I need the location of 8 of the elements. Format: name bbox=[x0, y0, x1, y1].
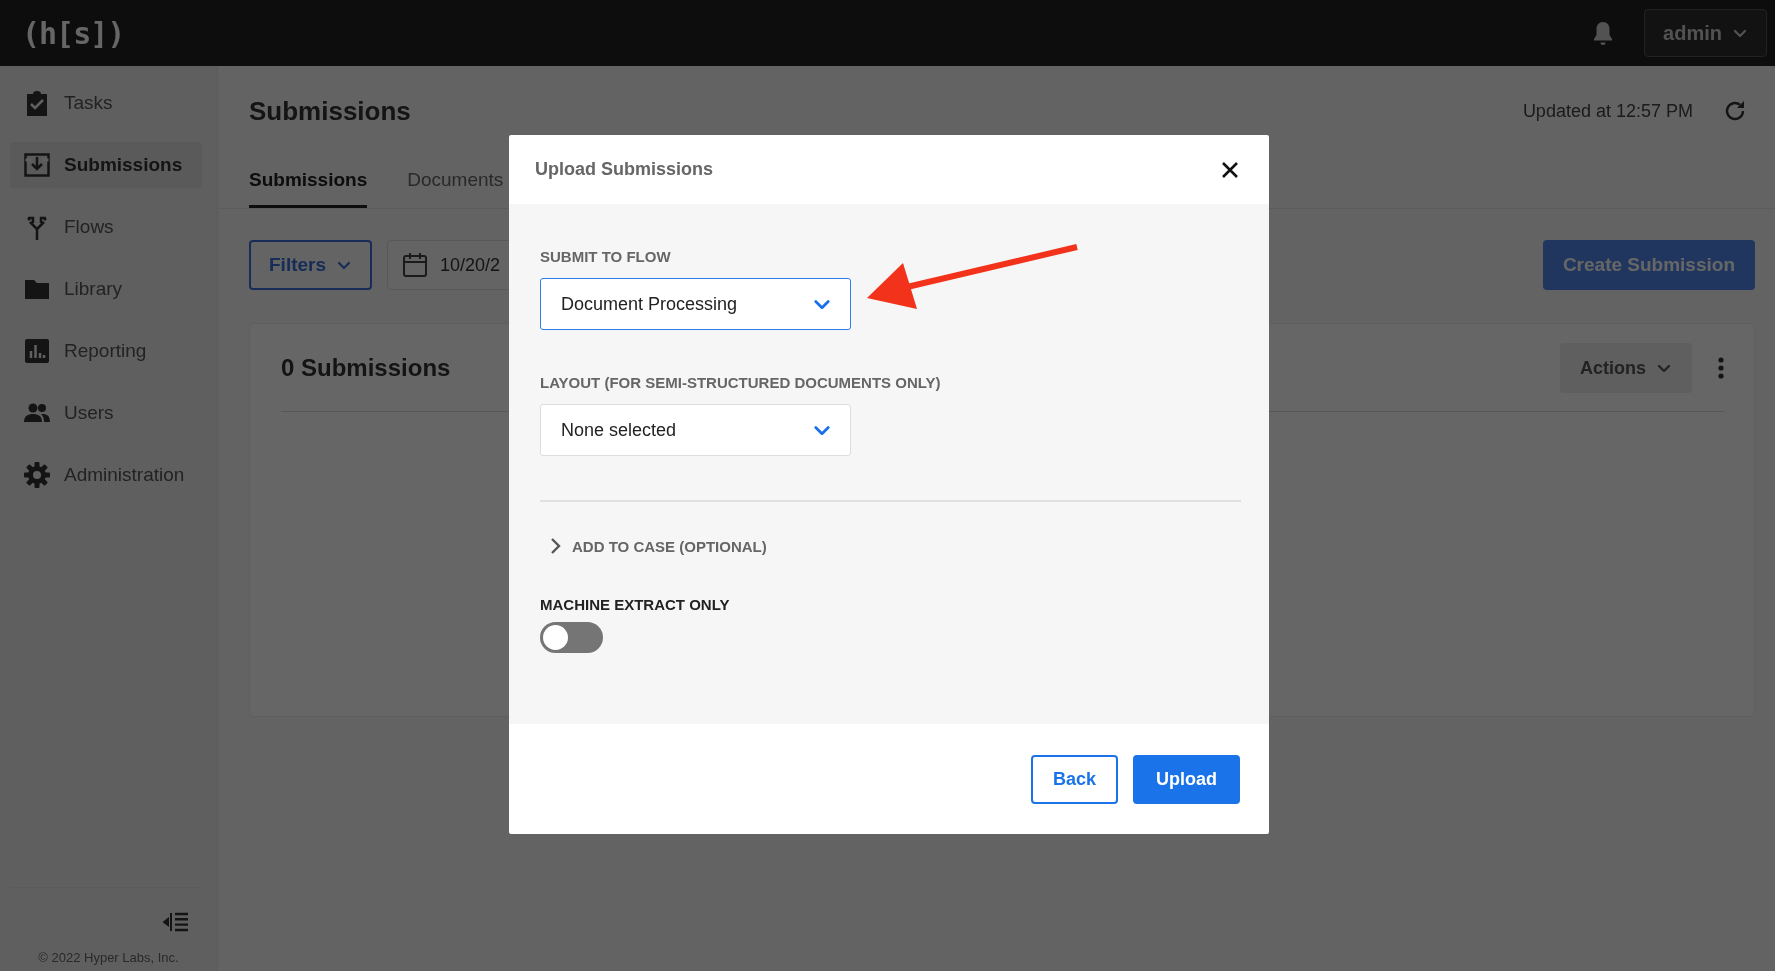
card-title: 0 Submissions bbox=[281, 354, 451, 382]
field-label: LAYOUT (FOR SEMI-STRUCTURED DOCUMENTS ONLY) bbox=[540, 374, 942, 392]
dialog-title: Upload Submissions bbox=[535, 159, 714, 180]
field-label: SUBMIT TO FLOW bbox=[540, 248, 672, 266]
page-title: Submissions bbox=[249, 95, 411, 127]
field-label: MACHINE EXTRACT ONLY bbox=[540, 596, 731, 614]
updated-time: Updated at 12:57 PM bbox=[1522, 100, 1693, 122]
logo: (h[s]) bbox=[22, 15, 125, 51]
